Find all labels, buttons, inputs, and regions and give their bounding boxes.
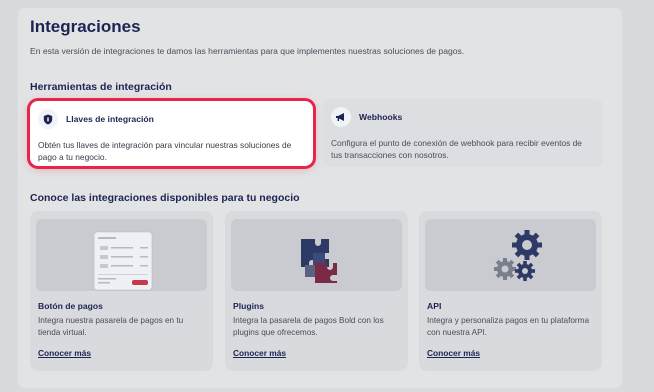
integration-keys-card[interactable]: Llaves de integración Obtén tus llaves d… — [30, 101, 313, 166]
payment-button-illustration — [36, 219, 207, 291]
integrations-panel: Integraciones En esta versión de integra… — [18, 8, 622, 388]
api-description: Integra y personaliza pagos en tu plataf… — [427, 316, 590, 337]
api-title: API — [427, 301, 442, 311]
integration-keys-title: Llaves de integración — [66, 114, 154, 124]
payment-button-learn-more-link[interactable]: Conocer más — [38, 348, 91, 358]
plugins-title: Plugins — [233, 301, 265, 311]
page-subtitle: En esta versión de integraciones te damo… — [30, 46, 465, 56]
shield-icon — [38, 109, 58, 129]
webhooks-title: Webhooks — [359, 112, 403, 122]
megaphone-icon — [331, 107, 351, 127]
tools-heading: Herramientas de integración — [30, 81, 172, 93]
plugins-card: Plugins Integra la pasarela de pagos Bol… — [225, 211, 408, 371]
page-title: Integraciones — [30, 17, 141, 36]
payment-button-description: Integra nuestra pasarela de pagos en tu … — [38, 316, 184, 337]
webhooks-card[interactable]: Webhooks Configura el punto de conexión … — [323, 99, 603, 167]
puzzle-illustration — [231, 219, 402, 291]
api-learn-more-link[interactable]: Conocer más — [427, 348, 480, 358]
plugins-learn-more-link[interactable]: Conocer más — [233, 348, 286, 358]
plugins-description: Integra la pasarela de pagos Bold con lo… — [233, 316, 384, 337]
payment-button-card: Botón de pagos Integra nuestra pasarela … — [30, 211, 213, 371]
api-card: API Integra y personaliza pagos en tu pl… — [419, 211, 602, 371]
integration-keys-description: Obtén tus llaves de integración para vin… — [38, 140, 292, 162]
payment-button-title: Botón de pagos — [38, 301, 103, 311]
gears-illustration — [425, 219, 596, 291]
webhooks-description: Configura el punto de conexión de webhoo… — [331, 138, 582, 160]
integrations-heading: Conoce las integraciones disponibles par… — [30, 192, 300, 204]
